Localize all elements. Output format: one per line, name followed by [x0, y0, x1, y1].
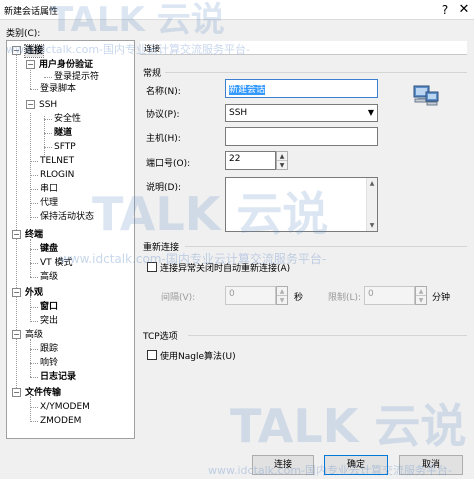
nagle-label[interactable]: 使用Nagle算法(U) [160, 349, 236, 362]
port-spinner[interactable]: ▲ ▼ [276, 151, 288, 170]
tree-item-login-script[interactable]: 登录脚本 [40, 83, 76, 95]
expand-advanced-icon[interactable]: − [12, 330, 21, 339]
name-input-value: 新建会话 [229, 85, 266, 95]
tree-item-sftp[interactable]: SFTP [54, 141, 76, 153]
tree-item-file-transfer[interactable]: 文件传输 [25, 387, 61, 399]
name-label: 名称(N): [146, 87, 181, 97]
tree-item-xymodem[interactable]: X/YMODEM [40, 401, 90, 413]
interval-spinner[interactable]: ▲ ▼ [276, 286, 288, 305]
watermark-logo-bottom: TALK 云说 [230, 399, 467, 453]
panel-header-title: 连接 [144, 44, 160, 53]
spin-down-icon[interactable]: ▼ [416, 296, 426, 305]
window-title: 新建会话属性 [4, 7, 59, 17]
tree-item-telnet[interactable]: TELNET [40, 155, 74, 167]
scroll-down-icon[interactable]: ▼ [367, 220, 377, 231]
chevron-down-icon: ▼ [367, 108, 374, 117]
tree-item-proxy[interactable]: 代理 [40, 197, 58, 209]
interval-input[interactable]: 0 [225, 286, 276, 305]
tree-item-zmodem[interactable]: ZMODEM [40, 415, 81, 427]
limit-spinner[interactable]: ▲ ▼ [415, 286, 427, 305]
tree-item-serial[interactable]: 串口 [40, 183, 58, 195]
name-input[interactable]: 新建会话 [225, 79, 378, 98]
tree-item-ssh[interactable]: SSH [39, 99, 57, 111]
spin-up-icon[interactable]: ▲ [416, 287, 426, 296]
tree-item-connection[interactable]: 连接 [23, 44, 45, 58]
spin-down-icon[interactable]: ▼ [277, 296, 287, 305]
tree-item-auth[interactable]: 用户身份验证 [39, 59, 93, 71]
protocol-label: 协议(P): [146, 110, 180, 120]
tree-item-security[interactable]: 安全性 [54, 113, 81, 125]
limit-unit: 分钟 [432, 293, 451, 303]
limit-input[interactable]: 0 [364, 286, 415, 305]
auto-reconnect-checkbox[interactable] [147, 262, 157, 272]
expand-connection-icon[interactable]: − [12, 46, 21, 55]
spin-up-icon[interactable]: ▲ [277, 152, 287, 161]
title-bar: 新建会话属性 ? ✕ [0, 0, 474, 20]
ok-button[interactable]: 确定 [324, 455, 388, 475]
protocol-select[interactable]: SSH ▼ [225, 104, 378, 122]
close-button[interactable]: ✕ [456, 2, 472, 18]
expand-terminal-icon[interactable]: − [12, 230, 21, 239]
tree-item-window[interactable]: 窗口 [40, 301, 58, 313]
auto-reconnect-label[interactable]: 连接异常关闭时自动重新连接(A) [160, 261, 290, 274]
tree-item-terminal[interactable]: 终端 [25, 229, 43, 241]
interval-label: 间隔(V): [161, 293, 196, 303]
tree-item-terminal-advanced[interactable]: 高级 [40, 271, 58, 283]
expand-auth-icon[interactable]: − [26, 60, 35, 69]
panel-header: 连接 [140, 41, 467, 55]
port-input[interactable]: 22 [225, 151, 276, 170]
tree-item-highlight[interactable]: 突出 [40, 315, 58, 327]
help-button[interactable]: ? [437, 2, 453, 18]
interval-unit: 秒 [294, 293, 304, 303]
tree-item-keepalive[interactable]: 保持活动状态 [40, 211, 94, 223]
expand-ssh-icon[interactable]: − [26, 100, 35, 109]
tree-item-login-prompt[interactable]: 登录提示符 [54, 71, 99, 83]
tree-item-bell[interactable]: 响铃 [40, 357, 58, 369]
tree-item-advanced[interactable]: 高级 [25, 329, 43, 341]
expand-file-transfer-icon[interactable]: − [12, 388, 21, 397]
description-textarea[interactable]: ▲ ▼ [225, 177, 378, 232]
session-computer-icon [413, 84, 439, 108]
limit-label: 限制(L): [328, 293, 362, 303]
tcp-group-title: TCP选项 [143, 332, 178, 342]
tree-item-trace[interactable]: 跟踪 [40, 343, 58, 355]
scroll-up-icon[interactable]: ▲ [367, 178, 377, 189]
description-scrollbar[interactable]: ▲ ▼ [366, 178, 377, 231]
expand-appearance-icon[interactable]: − [12, 288, 21, 297]
tree-item-logging[interactable]: 日志记录 [40, 371, 76, 383]
port-label: 端口号(O): [146, 159, 191, 169]
protocol-select-value: SSH [229, 108, 248, 118]
spin-down-icon[interactable]: ▼ [277, 161, 287, 170]
spin-up-icon[interactable]: ▲ [277, 287, 287, 296]
tree-item-rlogin[interactable]: RLOGIN [40, 169, 74, 181]
description-label: 说明(D): [146, 183, 181, 193]
reconnect-group-title: 重新连接 [143, 243, 180, 253]
category-label: 类别(C): [6, 29, 41, 39]
general-group-title: 常规 [143, 69, 162, 79]
cancel-button[interactable]: 取消 [399, 455, 463, 475]
category-tree[interactable]: − 连接 − 用户身份验证 登录提示符 登录脚本 − SSH 安全性 隧道 SF… [6, 40, 135, 439]
host-input[interactable] [225, 127, 378, 146]
host-label: 主机(H): [146, 134, 181, 144]
nagle-checkbox[interactable] [147, 350, 157, 360]
tree-item-appearance[interactable]: 外观 [25, 287, 43, 299]
tree-item-vt-mode[interactable]: VT 模式 [40, 257, 73, 269]
connect-button[interactable]: 连接 [252, 455, 314, 475]
tree-item-keyboard[interactable]: 键盘 [40, 243, 58, 255]
tree-item-tunnel[interactable]: 隧道 [54, 127, 72, 139]
